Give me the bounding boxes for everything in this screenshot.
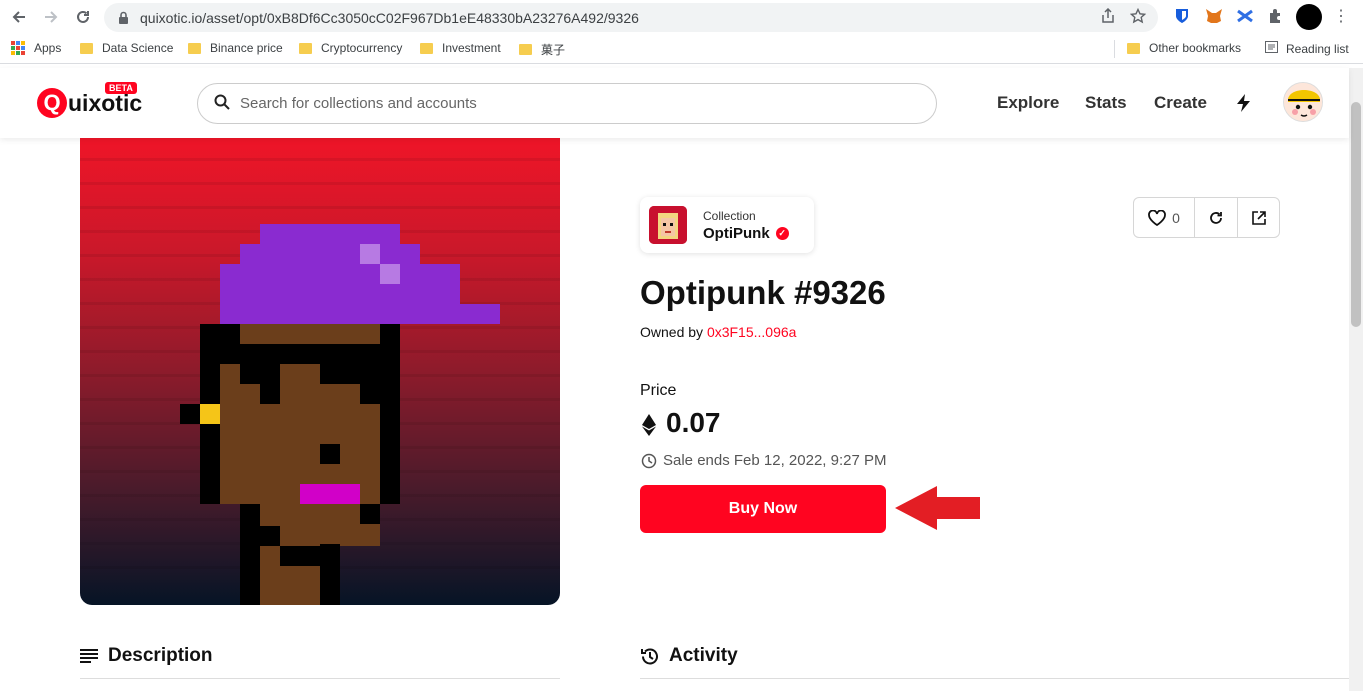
favorite-count: 0 [1172,209,1180,226]
bookmark-label: 菓子 [541,43,566,57]
nav-create[interactable]: Create [1154,93,1207,113]
lock-icon [118,11,130,25]
description-divider [80,678,560,679]
search-icon [214,94,230,114]
asset-title: Optipunk #9326 [640,274,886,311]
owned-by-label: Owned by [640,324,704,340]
owner-address-link[interactable]: 0x3F15...096a [707,324,797,340]
nav-explore[interactable]: Explore [997,93,1059,113]
search-bar[interactable] [197,83,937,124]
price-label: Price [640,382,677,399]
bookmark-label: Data Science [102,41,174,55]
folder-icon [519,44,532,55]
collection-thumbnail [649,206,687,244]
bookmark-apps[interactable]: Apps [11,41,61,55]
price-amount: 0.07 [666,407,721,438]
back-icon[interactable] [6,4,32,30]
bookmark-data-science[interactable]: Data Science [80,41,173,55]
star-icon[interactable] [1129,7,1147,28]
bookmark-other-bookmarks[interactable]: Other bookmarks [1127,41,1241,55]
bookmarks-divider [1114,40,1115,58]
forward-icon[interactable] [38,4,64,30]
folder-icon [1127,42,1140,54]
price-value: 0.07 [642,407,721,439]
logo-q-mark: Q [37,88,67,118]
collection-name[interactable]: OptiPunk ✓ [703,225,789,242]
description-title: Description [108,645,213,666]
apps-grid-icon [11,41,25,55]
extensions-puzzle-icon[interactable] [1265,5,1287,27]
optipunk-pixel-art [80,158,560,605]
bookmarks-bar: Apps Data Science Binance price Cryptocu… [0,35,1363,64]
scrollbar-thumb[interactable] [1351,102,1361,327]
history-icon [640,647,659,666]
bitwarden-extension-icon[interactable] [1171,5,1193,27]
clock-icon [641,453,657,469]
activity-header[interactable]: Activity [640,645,738,667]
menu-dots-icon[interactable]: ⋮ [1330,5,1352,27]
refresh-button[interactable] [1195,198,1238,237]
lightning-icon[interactable] [1236,94,1251,117]
folder-icon [420,42,433,54]
bookmark-label: Cryptocurrency [321,41,403,55]
site-header: Q uixotic BETA Explore Stats Create [0,68,1349,138]
refresh-icon [1209,211,1223,225]
lines-icon [80,649,98,663]
swap-extension-icon[interactable] [1234,5,1256,27]
reading-list-label: Reading list [1286,41,1349,56]
nft-image-optipunk [80,138,560,605]
bookmark-investment[interactable]: Investment [420,41,501,55]
verified-badge-icon: ✓ [775,227,789,240]
reading-list-icon [1265,41,1278,56]
address-bar[interactable]: quixotic.io/asset/opt/0xB8Df6Cc3050cC02F… [104,3,1158,32]
bookmark-label: Investment [442,41,501,55]
reading-list-button[interactable]: Reading list [1265,41,1349,56]
asset-actions-group: 0 [1133,197,1280,238]
metamask-extension-icon[interactable] [1203,5,1225,27]
folder-icon [188,42,201,54]
collection-label: Collection [703,209,756,223]
bookmark-kashi[interactable]: 菓子 [519,41,565,58]
bookmark-label: Other bookmarks [1149,41,1242,55]
user-avatar[interactable] [1283,82,1323,122]
annotation-arrow [895,486,980,530]
quixotic-logo[interactable]: Q uixotic BETA [37,82,142,118]
browser-toolbar: quixotic.io/asset/opt/0xB8Df6Cc3050cC02F… [0,0,1363,35]
search-input[interactable] [240,95,840,112]
share-button[interactable] [1238,198,1279,237]
ethereum-icon [642,411,656,436]
activity-title: Activity [669,645,738,666]
reload-icon[interactable] [70,4,96,30]
beta-badge: BETA [105,82,137,94]
bookmark-cryptocurrency[interactable]: Cryptocurrency [299,41,402,55]
collection-name-text: OptiPunk [703,225,770,242]
owned-by: Owned by 0x3F15...096a [640,324,796,340]
nav-stats[interactable]: Stats [1085,93,1127,113]
external-link-icon [1251,210,1266,225]
folder-icon [80,42,93,54]
sale-ends: Sale ends Feb 12, 2022, 9:27 PM [641,452,886,469]
bookmark-label: Binance price [210,41,283,55]
url-text: quixotic.io/asset/opt/0xB8Df6Cc3050cC02F… [140,9,639,26]
folder-icon [299,42,312,54]
sale-ends-text: Sale ends Feb 12, 2022, 9:27 PM [663,452,887,469]
bookmark-binance-price[interactable]: Binance price [188,41,283,55]
collection-chip[interactable]: Collection OptiPunk ✓ [640,197,814,253]
description-header[interactable]: Description [80,645,213,667]
heart-icon [1148,209,1166,226]
buy-now-button[interactable]: Buy Now [640,485,886,533]
profile-avatar-icon[interactable] [1296,4,1322,30]
favorite-button[interactable]: 0 [1134,198,1195,237]
activity-divider [640,678,1349,679]
share-icon[interactable] [1100,7,1116,28]
bookmark-label: Apps [34,41,62,55]
